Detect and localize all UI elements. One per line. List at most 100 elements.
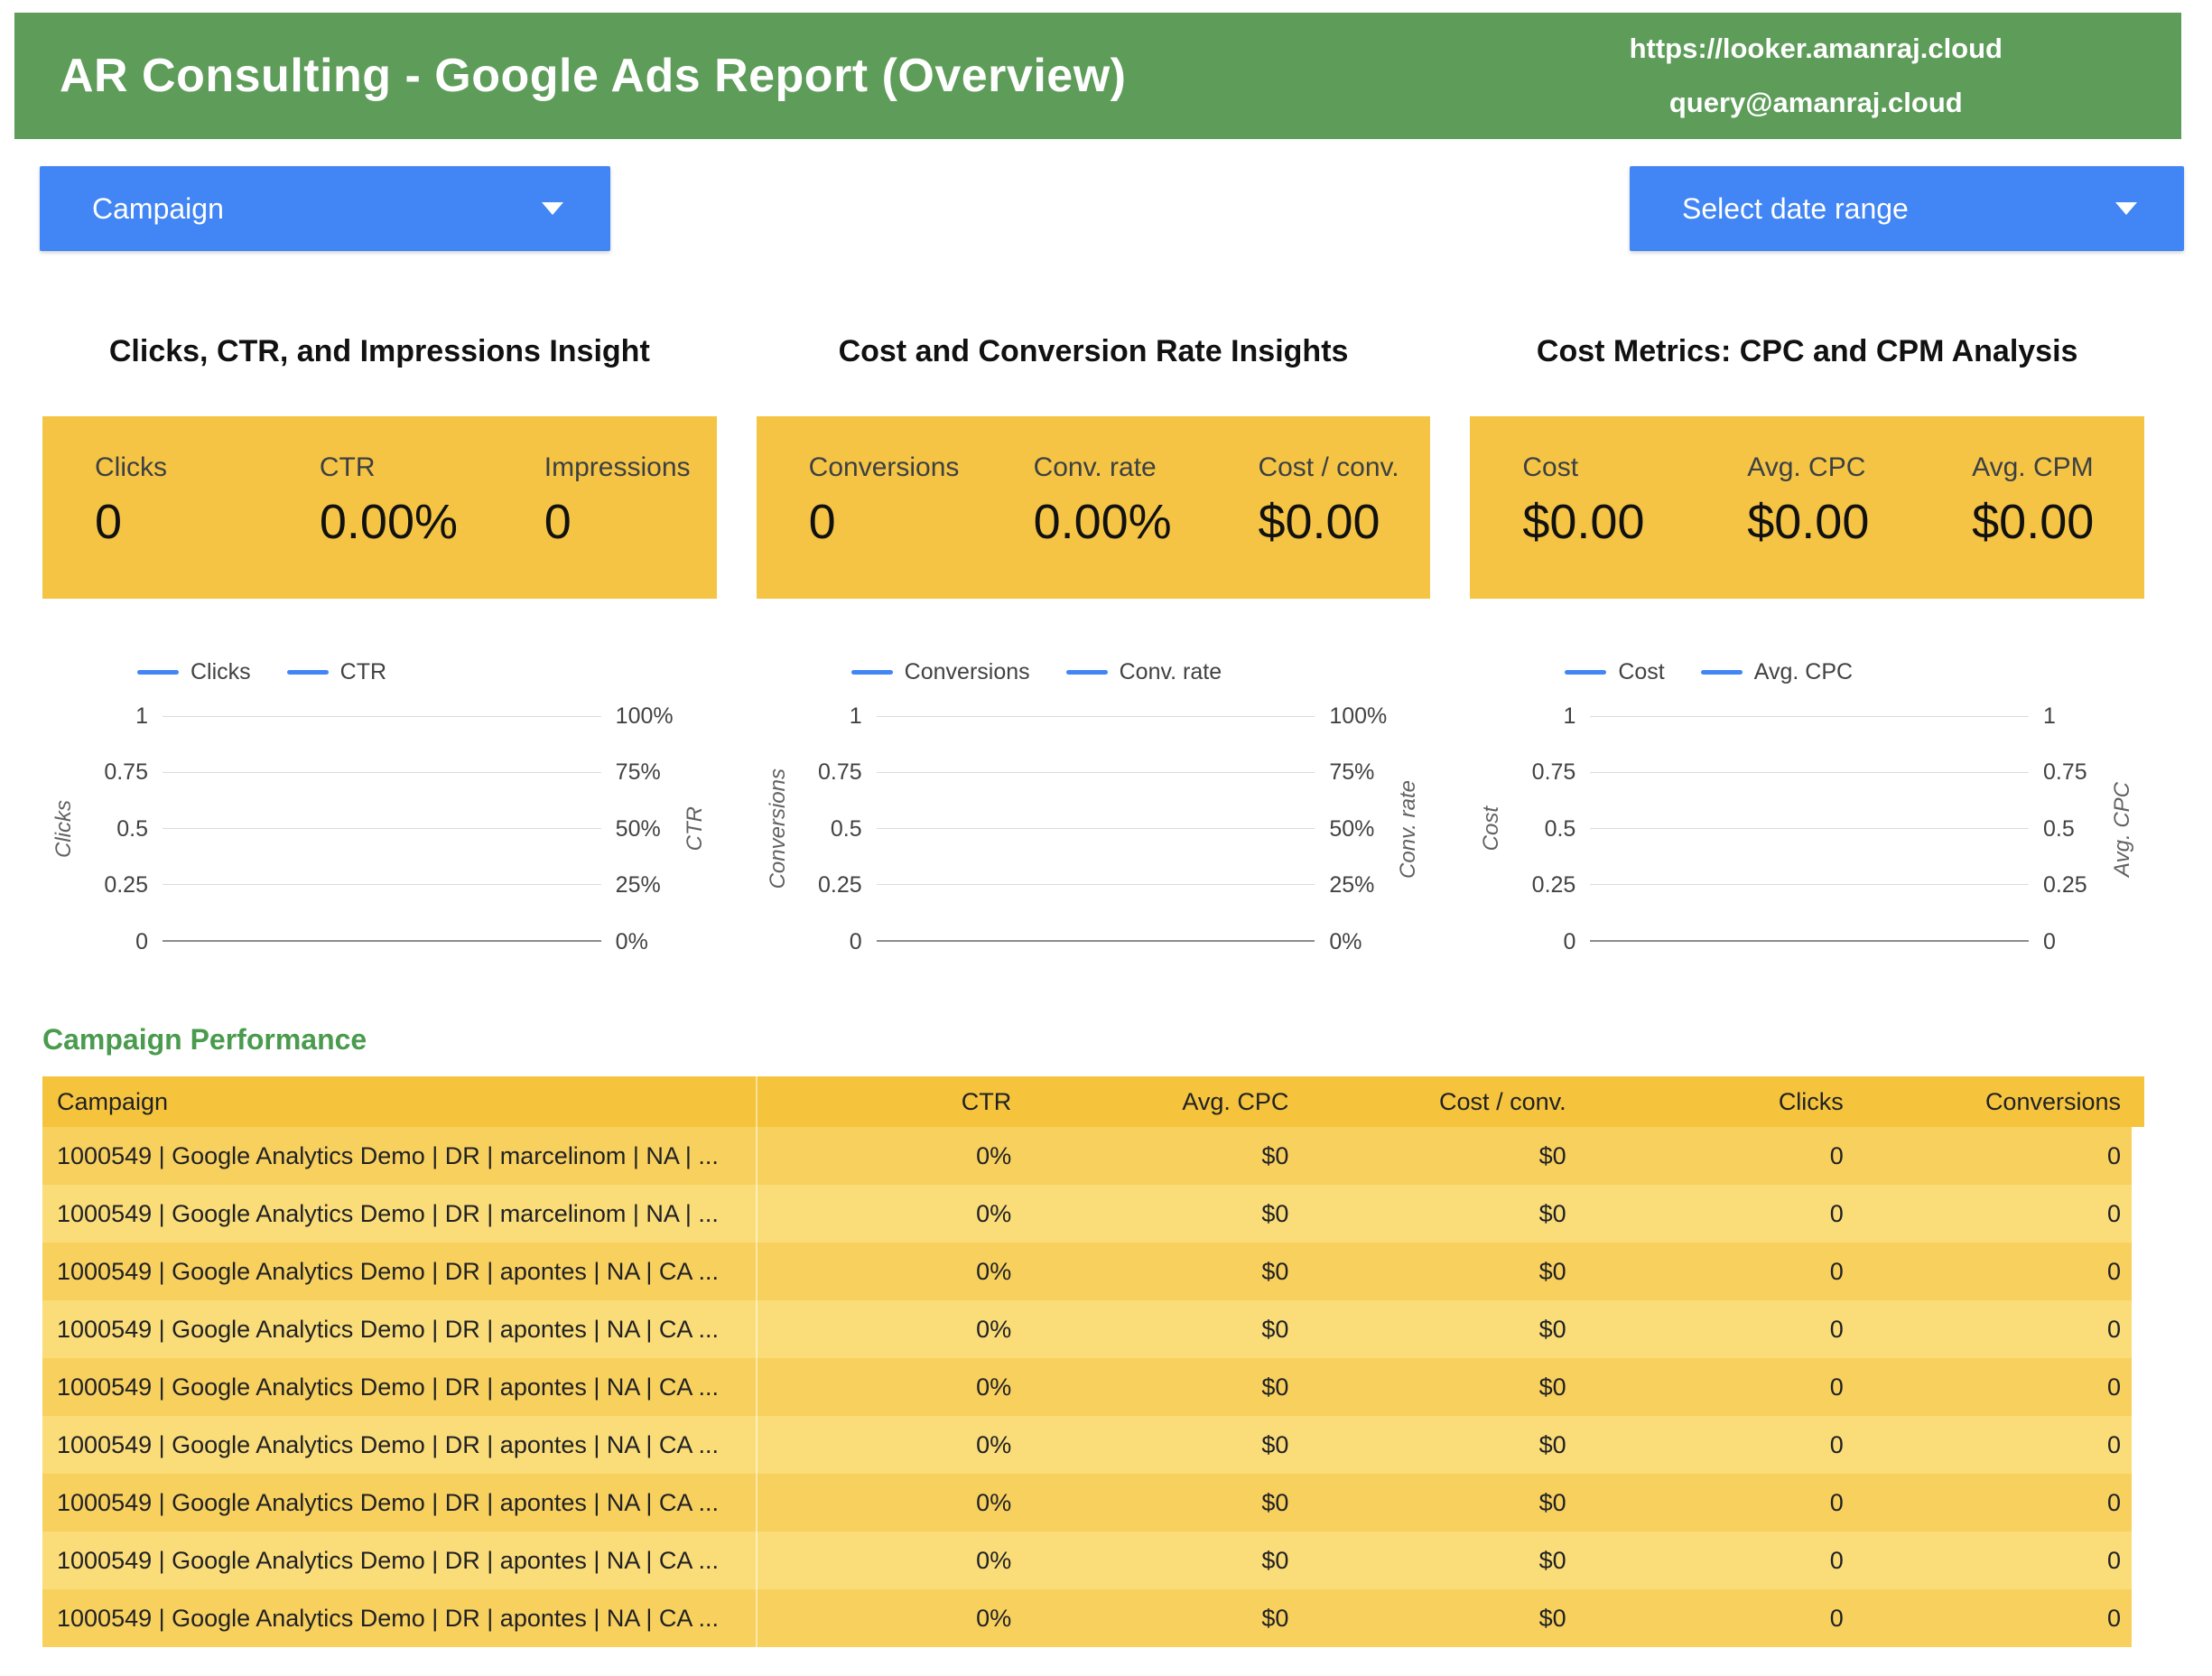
report-link[interactable]: https://looker.amanraj.cloud (1630, 22, 2003, 76)
legend-item: Clicks (137, 659, 251, 685)
column-header-avg-cpc[interactable]: Avg. CPC (1035, 1076, 1312, 1127)
right-axis-title: Conv. rate (1387, 716, 1430, 942)
cell-conversions: 0 (1867, 1532, 2144, 1589)
plot-row: Cost 1 0.75 0.5 0.25 0 1 0.75 0 (1470, 716, 2144, 942)
right-axis-ticks: 100% 75% 50% 25% 0% (601, 716, 674, 942)
cell-conversions: 0 (1867, 1185, 2144, 1243)
right-axis-title: CTR (674, 716, 717, 942)
report-email: query@amanraj.cloud (1630, 76, 2003, 130)
metric: Conversions 0 (757, 452, 981, 599)
cell-ctr: 0% (757, 1127, 1035, 1185)
column-header-clicks[interactable]: Clicks (1590, 1076, 1867, 1127)
gridline (877, 772, 1315, 773)
legend-item: CTR (287, 659, 386, 685)
table-row[interactable]: 1000549 | Google Analytics Demo | DR | a… (42, 1243, 2144, 1300)
chart-legend: Cost Avg. CPC (1565, 658, 2144, 685)
metric-label: Cost / conv. (1258, 452, 1430, 483)
table-title: Campaign Performance (42, 1023, 2170, 1057)
metric-label: Avg. CPM (1972, 452, 2144, 483)
table-row[interactable]: 1000549 | Google Analytics Demo | DR | a… (42, 1416, 2144, 1474)
cell-avg-cpc: $0 (1035, 1300, 1312, 1358)
legend-line-icon (1565, 670, 1606, 675)
legend-line-icon (287, 670, 329, 675)
filter-bar: Campaign Select date range (40, 166, 2184, 251)
campaign-filter-label: Campaign (92, 192, 224, 226)
cell-avg-cpc: $0 (1035, 1358, 1312, 1416)
cell-clicks: 0 (1590, 1532, 1867, 1589)
scorecard: Clicks 0 CTR 0.00% Impressions 0 (42, 416, 717, 599)
cell-avg-cpc: $0 (1035, 1532, 1312, 1589)
cell-campaign: 1000549 | Google Analytics Demo | DR | m… (42, 1127, 757, 1185)
metric-value: 0 (809, 494, 981, 550)
cell-clicks: 0 (1590, 1185, 1867, 1243)
left-axis-ticks: 1 0.75 0.5 0.25 0 (800, 716, 877, 942)
cell-clicks: 0 (1590, 1358, 1867, 1416)
legend-line-icon (851, 670, 893, 675)
column-header-campaign[interactable]: Campaign (42, 1076, 757, 1127)
cell-clicks: 0 (1590, 1474, 1867, 1532)
charts-row: Clicks, CTR, and Impressions Insight Cli… (42, 334, 2144, 942)
left-axis-ticks: 1 0.75 0.5 0.25 0 (86, 716, 163, 942)
cell-campaign: 1000549 | Google Analytics Demo | DR | a… (42, 1416, 757, 1474)
left-axis-title: Cost (1470, 716, 1513, 942)
cell-ctr: 0% (757, 1532, 1035, 1589)
table-scrollbar[interactable] (2132, 1127, 2144, 1647)
scorecard: Conversions 0 Conv. rate 0.00% Cost / co… (757, 416, 1431, 599)
table-row[interactable]: 1000549 | Google Analytics Demo | DR | m… (42, 1127, 2144, 1185)
metric: Impressions 0 (492, 452, 717, 599)
chart-legend: Conversions Conv. rate (851, 658, 1431, 685)
table-row[interactable]: 1000549 | Google Analytics Demo | DR | a… (42, 1589, 2144, 1647)
table-row[interactable]: 1000549 | Google Analytics Demo | DR | m… (42, 1185, 2144, 1243)
cell-cost-conv: $0 (1312, 1589, 1589, 1647)
legend-item: Conversions (851, 659, 1030, 685)
table-row[interactable]: 1000549 | Google Analytics Demo | DR | a… (42, 1474, 2144, 1532)
panel-clicks-ctr-impressions: Clicks, CTR, and Impressions Insight Cli… (42, 334, 717, 942)
metric-label: Conv. rate (1034, 452, 1206, 483)
metric: Conv. rate 0.00% (981, 452, 1206, 599)
legend-item: Cost (1565, 659, 1664, 685)
metric-label: Clicks (95, 452, 267, 483)
metric-value: 0.00% (320, 494, 492, 550)
cell-avg-cpc: $0 (1035, 1243, 1312, 1300)
column-header-cost-conv[interactable]: Cost / conv. (1312, 1076, 1589, 1127)
legend-label: Conv. rate (1120, 659, 1222, 685)
line-chart: Conversions Conv. rate Conversions 1 0.7… (757, 658, 1431, 942)
table-row[interactable]: 1000549 | Google Analytics Demo | DR | a… (42, 1358, 2144, 1416)
cell-campaign: 1000549 | Google Analytics Demo | DR | a… (42, 1358, 757, 1416)
cell-ctr: 0% (757, 1300, 1035, 1358)
line-chart: Cost Avg. CPC Cost 1 0.75 0.5 0.25 0 (1470, 658, 2144, 942)
table-row[interactable]: 1000549 | Google Analytics Demo | DR | a… (42, 1532, 2144, 1589)
legend-line-icon (1701, 670, 1743, 675)
campaign-performance-section: Campaign Performance Campaign CTR Avg. C… (42, 1023, 2170, 1647)
metric-value: $0.00 (1972, 494, 2144, 550)
gridline (163, 716, 601, 717)
table-row[interactable]: 1000549 | Google Analytics Demo | DR | a… (42, 1300, 2144, 1358)
plot-row: Clicks 1 0.75 0.5 0.25 0 100% 75% (42, 716, 717, 942)
legend-label: Cost (1618, 659, 1664, 685)
metric: Cost / conv. $0.00 (1205, 452, 1430, 599)
metric: Cost $0.00 (1470, 452, 1695, 599)
date-range-dropdown[interactable]: Select date range (1630, 166, 2184, 251)
line-chart: Clicks CTR Clicks 1 0.75 0.5 0.25 0 (42, 658, 717, 942)
cell-conversions: 0 (1867, 1589, 2144, 1647)
cell-campaign: 1000549 | Google Analytics Demo | DR | a… (42, 1589, 757, 1647)
cell-campaign: 1000549 | Google Analytics Demo | DR | a… (42, 1532, 757, 1589)
left-axis-ticks: 1 0.75 0.5 0.25 0 (1513, 716, 1590, 942)
column-header-conversions[interactable]: Conversions (1867, 1076, 2144, 1127)
chevron-down-icon (2115, 202, 2137, 215)
cell-cost-conv: $0 (1312, 1127, 1589, 1185)
gridline (163, 772, 601, 773)
plot-row: Conversions 1 0.75 0.5 0.25 0 100% 75% (757, 716, 1431, 942)
section-title: Cost Metrics: CPC and CPM Analysis (1470, 334, 2144, 369)
legend-item: Avg. CPC (1701, 659, 1853, 685)
plot-area (877, 716, 1315, 942)
cell-cost-conv: $0 (1312, 1532, 1589, 1589)
right-axis-ticks: 1 0.75 0.5 0.25 0 (2029, 716, 2101, 942)
column-header-ctr[interactable]: CTR (757, 1076, 1035, 1127)
chevron-down-icon (542, 202, 563, 215)
gridline (1590, 884, 2029, 885)
cell-clicks: 0 (1590, 1243, 1867, 1300)
metric-value: $0.00 (1522, 494, 1695, 550)
campaign-filter-dropdown[interactable]: Campaign (40, 166, 610, 251)
cell-conversions: 0 (1867, 1243, 2144, 1300)
